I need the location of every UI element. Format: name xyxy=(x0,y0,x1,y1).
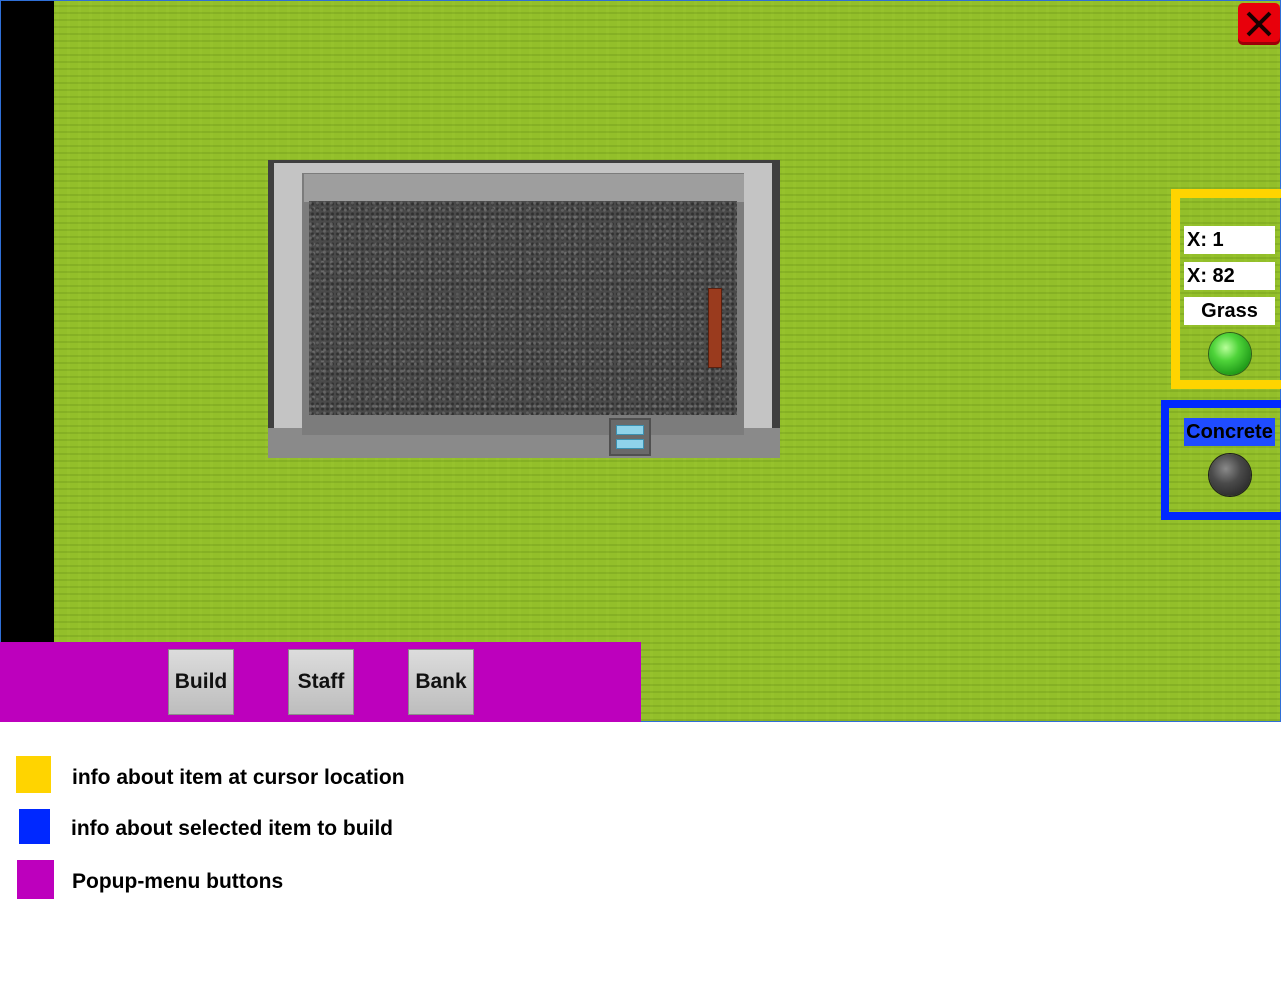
selected-item-name[interactable]: Concrete xyxy=(1184,418,1275,446)
legend-swatch-magenta xyxy=(17,860,54,899)
staff-button[interactable]: Staff xyxy=(288,649,354,715)
door-pane xyxy=(616,439,644,449)
close-icon xyxy=(1246,11,1272,37)
concrete-floor[interactable] xyxy=(309,201,737,415)
tile-indicator-orb xyxy=(1209,333,1251,375)
selected-item-indicator-orb[interactable] xyxy=(1209,454,1251,496)
legend-swatch-yellow xyxy=(16,756,51,793)
building[interactable] xyxy=(268,160,780,458)
cursor-x-coordinate: X: 1 xyxy=(1184,226,1275,254)
build-button[interactable]: Build xyxy=(168,649,234,715)
glass-door[interactable] xyxy=(609,418,651,456)
close-button[interactable] xyxy=(1238,3,1280,45)
game-map[interactable] xyxy=(0,0,1281,722)
wooden-bench[interactable] xyxy=(708,288,722,368)
legend-swatch-blue xyxy=(19,809,50,844)
left-sidebar-strip xyxy=(1,1,54,643)
bank-button[interactable]: Bank xyxy=(408,649,474,715)
legend-build-info-text: info about selected item to build xyxy=(71,817,394,840)
legend-menu-buttons-text: Popup-menu buttons xyxy=(72,870,284,893)
cursor-y-coordinate: X: 82 xyxy=(1184,262,1275,290)
legend-cursor-info-text: info about item at cursor location xyxy=(72,766,405,789)
building-inner-wall-top xyxy=(304,174,744,202)
cursor-tile-name: Grass xyxy=(1184,297,1275,325)
door-pane xyxy=(616,425,644,435)
